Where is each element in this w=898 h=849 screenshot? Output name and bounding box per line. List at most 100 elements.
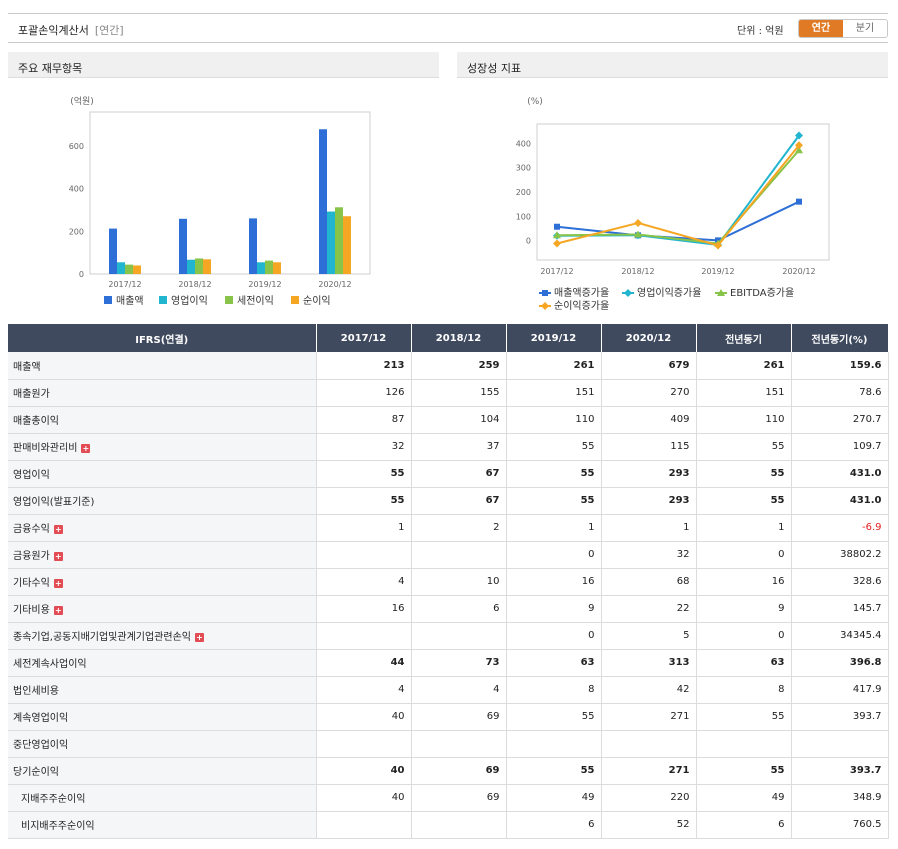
table-cell: 155 <box>411 379 507 407</box>
row-label: 금융원가 + <box>8 541 317 569</box>
table-cell: 55 <box>316 487 412 515</box>
expand-icon[interactable]: + <box>53 551 63 561</box>
legend-label: 순이익증가율 <box>554 300 609 312</box>
table-cell: 159.6 <box>791 352 889 380</box>
bar <box>133 265 141 274</box>
table-cell: 55 <box>696 703 792 731</box>
row-label: 매출액 <box>8 352 317 380</box>
table-row: 금융수익 +1 2 1 1 1 -6.9 <box>8 514 889 542</box>
bar <box>335 207 343 274</box>
table-cell: 109.7 <box>791 433 889 461</box>
legend-swatch <box>104 296 112 304</box>
bar <box>327 211 335 274</box>
column-header: IFRS(연결) <box>8 324 317 352</box>
table-cell: 145.7 <box>791 595 889 623</box>
expand-icon[interactable]: + <box>53 605 63 615</box>
table-cell: 328.6 <box>791 568 889 596</box>
table-cell: 5 <box>601 622 697 650</box>
x-tick-label: 2018/12 <box>621 267 654 276</box>
column-header: 전년동기(%) <box>791 324 889 352</box>
x-tick-label: 2020/12 <box>318 280 351 289</box>
growth-indicators-panel: 성장성 지표 (%) 0 100 200 300 400 2017/12 2018/12 201… <box>457 52 888 321</box>
table-cell: 104 <box>411 406 507 434</box>
data-point <box>554 223 560 230</box>
column-header: 2019/12 <box>506 324 602 352</box>
table-cell: 69 <box>411 757 507 785</box>
table-cell: 40 <box>316 757 412 785</box>
x-tick-label: 2017/12 <box>540 267 573 276</box>
row-label: 판매비와관리비 + <box>8 433 317 461</box>
table-cell: 55 <box>696 757 792 785</box>
table-cell: 55 <box>696 487 792 515</box>
table-cell: 2 <box>411 514 507 542</box>
table-cell <box>411 622 507 650</box>
table-cell: 34345.4 <box>791 622 889 650</box>
bar <box>257 262 265 274</box>
annual-button[interactable]: 연간 <box>799 20 843 37</box>
table-cell: 151 <box>696 379 792 407</box>
expand-icon[interactable]: + <box>194 632 204 642</box>
table-row: 기타수익 +4 10 16 68 16 328.6 <box>8 568 889 596</box>
table-row: 영업이익 55 67 55 293 55 431.0 <box>8 460 889 488</box>
row-label: 매출총이익 <box>8 406 317 434</box>
table-cell: 409 <box>601 406 697 434</box>
table-cell: -6.9 <box>791 514 889 542</box>
data-point <box>796 198 802 205</box>
bar <box>273 262 281 274</box>
row-label: 종속기업,공동지배기업및관계기업관련손익 + <box>8 622 317 650</box>
table-cell: 40 <box>316 784 412 812</box>
table-cell: 69 <box>411 784 507 812</box>
column-header: 2020/12 <box>601 324 697 352</box>
table-cell: 69 <box>411 703 507 731</box>
legend-label: 세전이익 <box>237 295 274 307</box>
expand-icon[interactable]: + <box>53 578 63 588</box>
table-cell: 393.7 <box>791 757 889 785</box>
y-tick-label: 600 <box>69 142 84 151</box>
table-cell: 55 <box>696 460 792 488</box>
table-cell <box>316 622 412 650</box>
table-row: 기타비용 +16 6 9 22 9 145.7 <box>8 595 889 623</box>
table-row: 종속기업,공동지배기업및관계기업관련손익 +0 5 0 34345.4 <box>8 622 889 650</box>
table-cell: 271 <box>601 757 697 785</box>
row-label: 기타수익 + <box>8 568 317 596</box>
quarter-button[interactable]: 분기 <box>843 20 887 37</box>
table-cell <box>411 730 507 758</box>
table-cell <box>316 730 412 758</box>
table-cell: 4 <box>316 676 412 704</box>
bar <box>319 129 327 274</box>
table-cell <box>316 811 412 839</box>
table-cell: 293 <box>601 460 697 488</box>
table-cell: 78.6 <box>791 379 889 407</box>
table-cell: 0 <box>696 541 792 569</box>
table-cell: 9 <box>696 595 792 623</box>
table-cell: 32 <box>601 541 697 569</box>
x-tick-label: 2019/12 <box>701 267 734 276</box>
table-cell: 55 <box>506 703 602 731</box>
table-cell: 6 <box>411 595 507 623</box>
legend-swatch <box>225 296 233 304</box>
bar <box>195 258 203 274</box>
panel-title: 성장성 지표 <box>457 52 888 78</box>
y-tick-label: 0 <box>526 237 531 246</box>
table-cell: 8 <box>696 676 792 704</box>
row-label: 영업이익 <box>8 460 317 488</box>
y-axis-label: (%) <box>527 97 543 107</box>
table-cell: 348.9 <box>791 784 889 812</box>
table-row: 매출총이익 87 104 110 409 110 270.7 <box>8 406 889 434</box>
table-cell: 55 <box>506 433 602 461</box>
expand-icon[interactable]: + <box>81 443 91 453</box>
table-row: 중단영업이익 <box>8 730 889 758</box>
x-tick-label: 2019/12 <box>248 280 281 289</box>
expand-icon[interactable]: + <box>53 524 63 534</box>
y-tick-label: 400 <box>69 185 84 194</box>
bar <box>117 262 125 274</box>
bar <box>179 218 187 274</box>
column-header: 전년동기 <box>696 324 792 352</box>
table-cell: 679 <box>601 352 697 380</box>
table-cell: 261 <box>696 352 792 380</box>
x-tick-label: 2017/12 <box>108 280 141 289</box>
table-cell: 49 <box>696 784 792 812</box>
row-label: 중단영업이익 <box>8 730 317 758</box>
y-tick-label: 200 <box>69 227 84 236</box>
row-label: 영업이익(발표기준) <box>8 487 317 515</box>
